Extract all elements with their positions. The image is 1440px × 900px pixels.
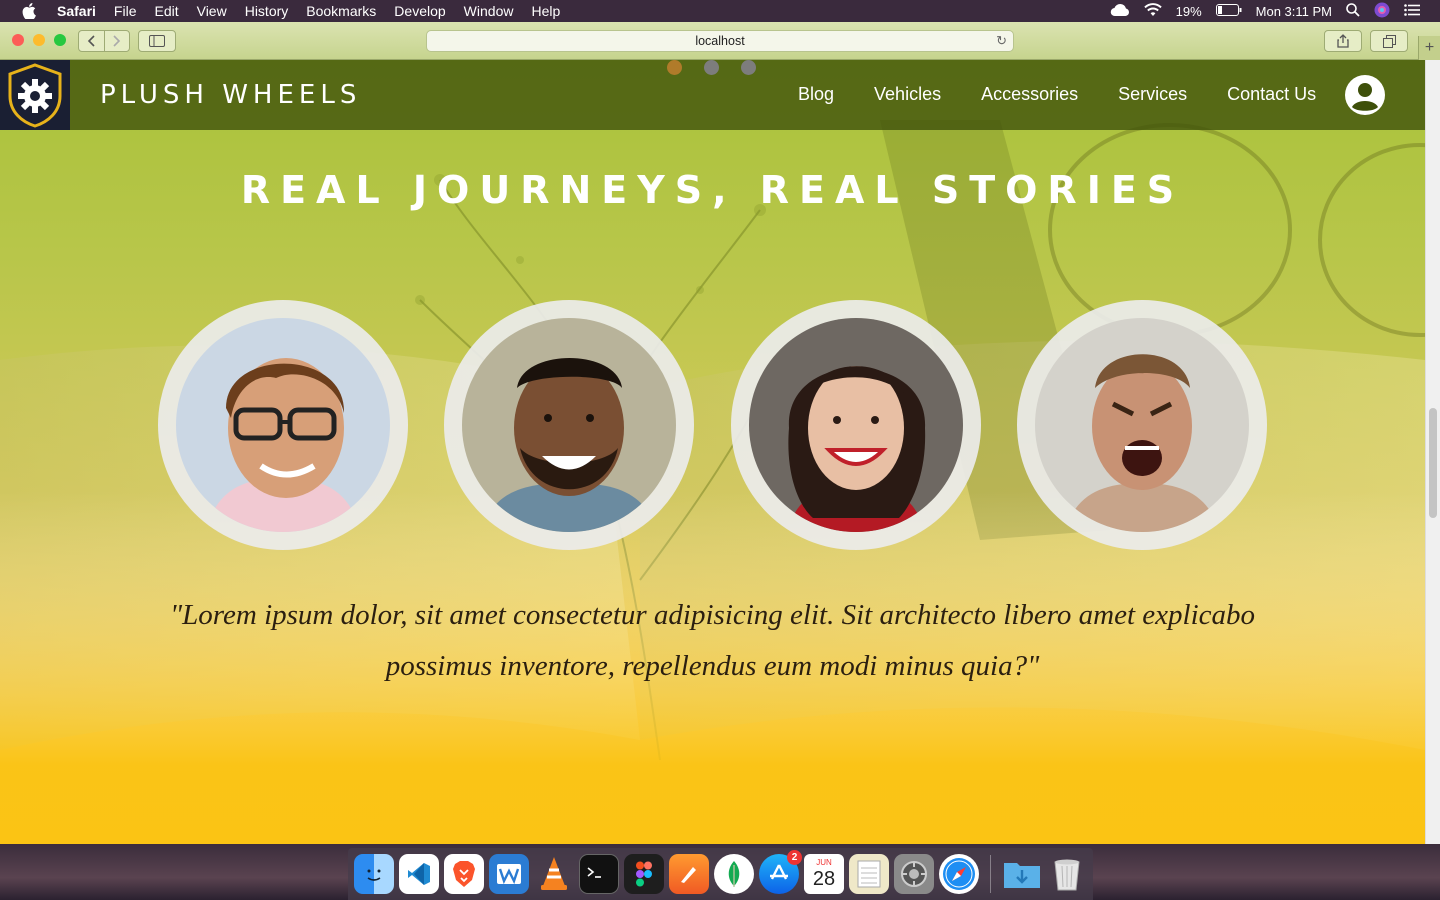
dock-separator xyxy=(990,855,991,893)
macos-menu-bar: Safari File Edit View History Bookmarks … xyxy=(0,0,1440,22)
safari-toolbar: localhost ↻ + xyxy=(0,22,1440,60)
pixelmator-icon[interactable] xyxy=(669,854,709,894)
vscode-icon[interactable] xyxy=(399,854,439,894)
testimonial-avatar-4[interactable] xyxy=(1017,300,1267,550)
calendar-month: JUN xyxy=(816,858,832,867)
man-glasses-avatar-icon xyxy=(176,318,390,532)
spotlight-search-icon[interactable] xyxy=(1346,2,1360,20)
share-icon xyxy=(1337,34,1349,48)
creative-cloud-icon[interactable] xyxy=(1110,3,1130,20)
carousel-dot-3[interactable] xyxy=(741,60,756,75)
macos-dock: 2 JUN 28 xyxy=(348,848,1093,900)
calendar-day: 28 xyxy=(812,868,836,890)
siri-icon[interactable] xyxy=(1374,2,1390,21)
site-logo[interactable] xyxy=(0,60,70,130)
menu-history[interactable]: History xyxy=(236,0,298,22)
share-button[interactable] xyxy=(1324,30,1362,52)
address-bar[interactable]: localhost ↻ xyxy=(426,30,1014,52)
calendar-icon[interactable]: JUN 28 xyxy=(804,854,844,894)
brave-icon[interactable] xyxy=(444,854,484,894)
nav-link-blog[interactable]: Blog xyxy=(798,84,834,105)
clock[interactable]: Mon 3:11 PM xyxy=(1256,4,1332,19)
nav-link-accessories[interactable]: Accessories xyxy=(981,84,1078,105)
tab-overview-button[interactable] xyxy=(1370,30,1408,52)
notes-icon[interactable] xyxy=(849,854,889,894)
scrollbar-thumb[interactable] xyxy=(1429,408,1437,518)
carousel-dot-2[interactable] xyxy=(704,60,719,75)
safari-icon[interactable] xyxy=(939,854,979,894)
nav-link-contact-us[interactable]: Contact Us xyxy=(1227,84,1316,105)
system-preferences-icon[interactable] xyxy=(894,854,934,894)
zoom-window-button[interactable] xyxy=(54,34,66,46)
apple-icon[interactable] xyxy=(18,3,40,19)
trash-icon[interactable] xyxy=(1047,854,1087,894)
menu-window[interactable]: Window xyxy=(455,0,523,22)
carousel-dot-1[interactable] xyxy=(667,60,682,75)
nav-link-services[interactable]: Services xyxy=(1118,84,1187,105)
word-icon[interactable] xyxy=(489,854,529,894)
minimize-window-button[interactable] xyxy=(33,34,45,46)
forward-button[interactable] xyxy=(103,31,130,51)
web-page: PLUSH WHEELS Blog Vehicles Accessories S… xyxy=(0,60,1425,844)
testimonial-avatar-3[interactable] xyxy=(731,300,981,550)
smiling-woman-avatar-icon xyxy=(749,318,963,532)
section-headline: REAL JOURNEYS, REAL STORIES xyxy=(240,168,1185,212)
menu-safari[interactable]: Safari xyxy=(48,0,105,22)
history-nav xyxy=(78,30,130,52)
menu-help[interactable]: Help xyxy=(522,0,569,22)
brand-name[interactable]: PLUSH WHEELS xyxy=(100,80,361,110)
site-navbar: PLUSH WHEELS Blog Vehicles Accessories S… xyxy=(0,60,1425,130)
wifi-icon[interactable] xyxy=(1143,2,1162,20)
url-text: localhost xyxy=(695,34,745,48)
sidebar-icon xyxy=(149,35,165,47)
reload-icon[interactable]: ↻ xyxy=(996,33,1007,49)
new-tab-button[interactable]: + xyxy=(1418,36,1440,60)
menu-edit[interactable]: Edit xyxy=(145,0,187,22)
smiling-man-avatar-icon xyxy=(462,318,676,532)
notification-center-icon[interactable] xyxy=(1404,3,1420,19)
carousel-indicators xyxy=(667,60,756,75)
menu-bookmarks[interactable]: Bookmarks xyxy=(297,0,385,22)
menu-view[interactable]: View xyxy=(188,0,236,22)
testimonial-avatar-1[interactable] xyxy=(158,300,408,550)
figma-icon[interactable] xyxy=(624,854,664,894)
menu-develop[interactable]: Develop xyxy=(385,0,454,22)
tabs-icon xyxy=(1382,34,1396,48)
app-store-badge: 2 xyxy=(787,850,802,865)
finder-icon[interactable] xyxy=(354,854,394,894)
shield-gear-icon xyxy=(8,63,62,128)
sidebar-toggle-button[interactable] xyxy=(138,30,176,52)
battery-icon[interactable] xyxy=(1215,3,1242,19)
app-store-icon[interactable]: 2 xyxy=(759,850,802,894)
testimonial-quote: "Lorem ipsum dolor, sit amet consectetur… xyxy=(169,599,1256,682)
nav-links: Blog Vehicles Accessories Services Conta… xyxy=(798,84,1356,105)
nav-link-vehicles[interactable]: Vehicles xyxy=(874,84,941,105)
back-button[interactable] xyxy=(79,31,104,51)
downloads-folder-icon[interactable] xyxy=(1002,854,1042,894)
vlc-icon[interactable] xyxy=(534,854,574,894)
shouting-man-avatar-icon xyxy=(1035,318,1249,532)
terminal-icon[interactable] xyxy=(579,854,619,894)
menu-file[interactable]: File xyxy=(105,0,146,22)
close-window-button[interactable] xyxy=(12,34,24,46)
battery-percent: 19% xyxy=(1175,3,1202,19)
page-scrollbar[interactable] xyxy=(1425,60,1440,844)
mongodb-compass-icon[interactable] xyxy=(714,854,754,894)
user-account-icon[interactable] xyxy=(1344,74,1386,116)
testimonial-avatar-2[interactable] xyxy=(444,300,694,550)
